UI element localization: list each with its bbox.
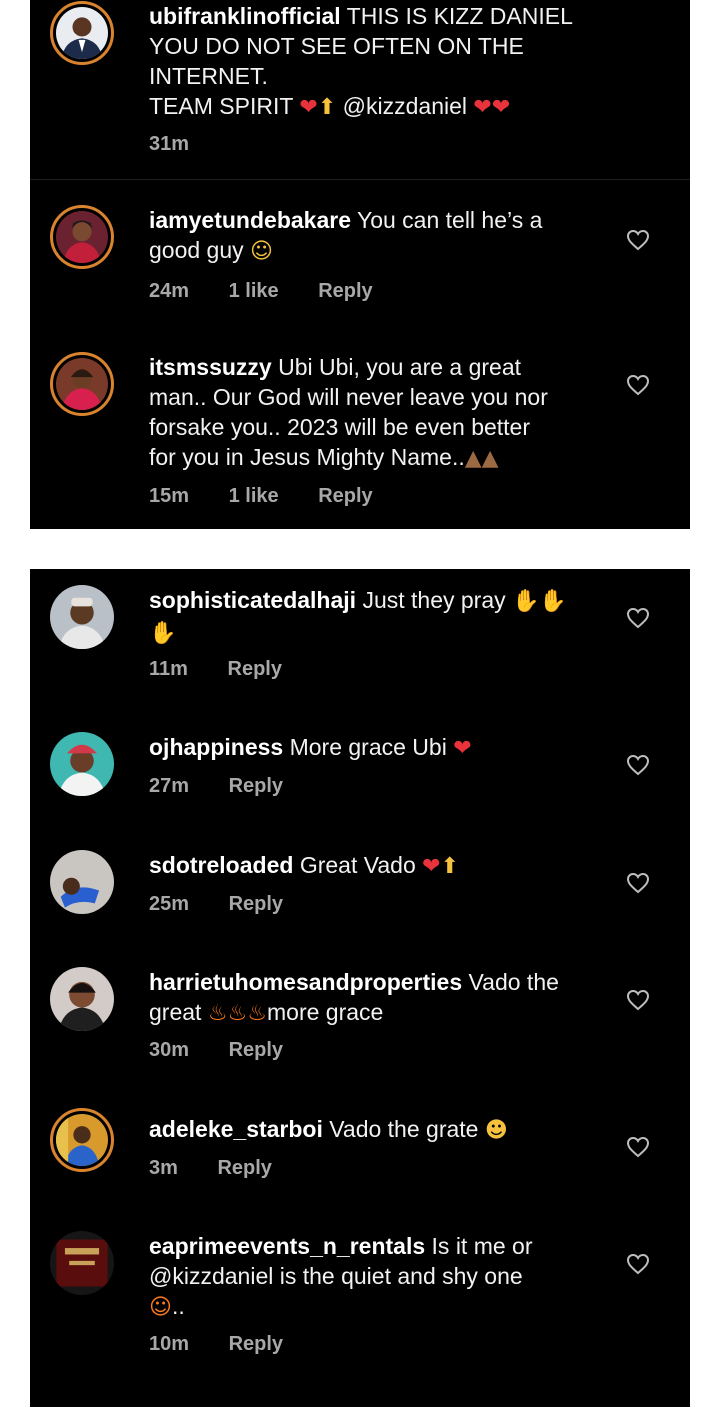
fire-emoji: ♨♨♨ — [207, 1001, 267, 1026]
avatar-photo — [56, 1114, 108, 1166]
reply-button[interactable]: Reply — [229, 775, 283, 797]
username[interactable]: itsmssuzzy — [149, 354, 272, 380]
avatar-photo — [50, 850, 114, 914]
folded-hands-emoji: ⬆ — [440, 854, 459, 879]
timestamp: 24m — [149, 280, 190, 302]
avatar[interactable] — [50, 1108, 114, 1172]
avatar-photo — [56, 358, 108, 410]
red-heart-emoji: ❤ — [422, 854, 441, 879]
avatar[interactable] — [50, 732, 114, 796]
avatar-photo — [56, 7, 108, 59]
comment-meta: 11m Reply — [149, 658, 316, 681]
avatar-photo — [50, 1231, 114, 1295]
heart-outline-icon[interactable] — [626, 229, 650, 251]
username[interactable]: sophisticatedalhaji — [149, 587, 356, 613]
heart-outline-icon[interactable] — [626, 374, 650, 396]
comment-meta: 24m 1 like Reply — [149, 280, 407, 303]
avatar[interactable] — [50, 205, 114, 269]
shrug-emoji: ☺ — [149, 1295, 172, 1320]
comment-meta: 10m Reply — [149, 1333, 317, 1356]
heart-outline-icon[interactable] — [626, 989, 650, 1011]
heart-outline-icon[interactable] — [626, 1253, 650, 1275]
timestamp: 25m — [149, 893, 190, 915]
comment-meta: 3m Reply — [149, 1157, 306, 1180]
reply-button[interactable]: Reply — [318, 280, 372, 302]
smiling-face-emoji: ☺ — [250, 239, 273, 264]
comment-text: ubifranklinofficial THIS IS KIZZ DANIEL … — [149, 3, 573, 120]
timestamp: 10m — [149, 1333, 190, 1355]
username[interactable]: sdotreloaded — [149, 852, 293, 878]
username[interactable]: ubifranklinofficial — [149, 3, 341, 29]
comment-meta: 15m 1 like Reply — [149, 485, 407, 508]
comment-text: ojhappiness More grace Ubi ❤ — [149, 734, 472, 761]
avatar[interactable] — [50, 1, 114, 65]
comment-text: sdotreloaded Great Vado ❤⬆ — [149, 852, 459, 879]
folded-hands-emoji: ⬆ — [317, 95, 337, 120]
comment-text: eaprimeevents_n_rentals Is it me or @kiz… — [149, 1233, 533, 1320]
comments-panel-bottom: sophisticatedalhaji Just they pray ✋✋ ✋ 1… — [30, 569, 690, 1407]
username[interactable]: iamyetundebakare — [149, 207, 351, 233]
comments-panel-top: ubifranklinofficial THIS IS KIZZ DANIEL … — [30, 0, 690, 529]
folded-hands-emoji: ▲▲ — [464, 446, 499, 471]
avatar-photo — [50, 967, 114, 1031]
timestamp: 27m — [149, 775, 190, 797]
red-heart-emoji: ❤ — [299, 95, 318, 120]
timestamp: 3m — [149, 1157, 178, 1179]
avatar[interactable] — [50, 352, 114, 416]
reply-button[interactable]: Reply — [217, 1157, 271, 1179]
comment-text: sophisticatedalhaji Just they pray ✋✋ ✋ — [149, 587, 567, 646]
mention-link[interactable]: @kizzdaniel — [343, 93, 467, 119]
heart-eyes-emoji: ☻ — [484, 1118, 508, 1143]
reply-button[interactable]: Reply — [229, 893, 283, 915]
comment-meta: 30m Reply — [149, 1039, 317, 1062]
timestamp: 15m — [149, 485, 190, 507]
red-heart-emoji: ❤❤ — [473, 95, 511, 120]
comment-meta: 27m Reply — [149, 775, 317, 798]
avatar-photo — [50, 585, 114, 649]
comment-text: itsmssuzzy Ubi Ubi, you are a great man.… — [149, 354, 548, 471]
comment-text: iamyetundebakare You can tell he’s a goo… — [149, 207, 543, 264]
avatar-photo — [50, 732, 114, 796]
comment-text: harrietuhomesandproperties Vado the grea… — [149, 969, 559, 1026]
heart-outline-icon[interactable] — [626, 872, 650, 894]
timestamp: 30m — [149, 1039, 190, 1061]
username[interactable]: adeleke_starboi — [149, 1116, 323, 1142]
likes-count[interactable]: 1 like — [229, 485, 279, 507]
timestamp: 11m — [149, 658, 188, 680]
comment-text: adeleke_starboi Vado the grate ☻ — [149, 1116, 508, 1143]
comment-meta: 25m Reply — [149, 893, 317, 916]
likes-count[interactable]: 1 like — [229, 280, 279, 302]
reply-button[interactable]: Reply — [229, 1333, 283, 1355]
avatar[interactable] — [50, 967, 114, 1031]
heart-outline-icon[interactable] — [626, 607, 650, 629]
timestamp: 31m — [149, 133, 190, 155]
avatar[interactable] — [50, 1231, 114, 1295]
red-heart-emoji: ❤ — [453, 736, 472, 761]
username[interactable]: ojhappiness — [149, 734, 283, 760]
reply-button[interactable]: Reply — [229, 1039, 283, 1061]
username[interactable]: eaprimeevents_n_rentals — [149, 1233, 425, 1259]
heart-outline-icon[interactable] — [626, 754, 650, 776]
avatar[interactable] — [50, 585, 114, 649]
avatar[interactable] — [50, 850, 114, 914]
reply-button[interactable]: Reply — [318, 485, 372, 507]
divider — [30, 179, 690, 180]
heart-outline-icon[interactable] — [626, 1136, 650, 1158]
username[interactable]: harrietuhomesandproperties — [149, 969, 462, 995]
comment-meta: 31m — [149, 133, 223, 156]
avatar-photo — [56, 211, 108, 263]
reply-button[interactable]: Reply — [228, 658, 282, 680]
